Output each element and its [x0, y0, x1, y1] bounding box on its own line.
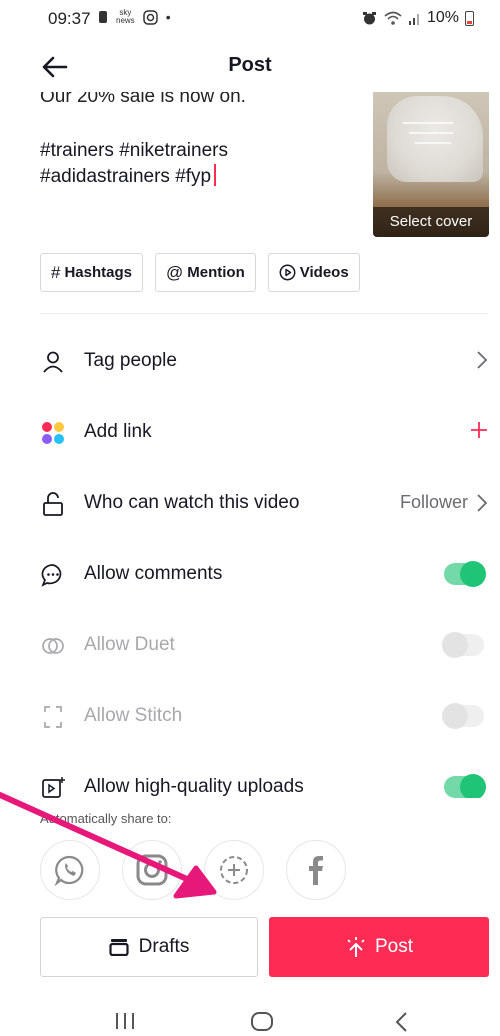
page-title: Post — [228, 54, 272, 76]
caption-area: Our 20% sale is now on. #trainers #niket… — [0, 92, 500, 242]
caption-input[interactable]: #trainers #niketrainers #adidastrainers … — [40, 138, 340, 190]
shoe-lace — [403, 122, 453, 124]
battery-text: 10% — [426, 9, 459, 26]
auto-share-label: Automatically share to: — [40, 811, 172, 826]
link-dots-icon — [42, 422, 64, 444]
wifi-icon — [384, 11, 402, 25]
videos-chip[interactable]: Videos — [267, 253, 360, 292]
status-time: 09:37 — [48, 9, 91, 28]
who-can-watch-row[interactable]: Who can watch this video Follower — [0, 478, 500, 528]
post-button[interactable]: Post — [269, 917, 489, 977]
allow-duet-label: Allow Duet — [84, 634, 175, 655]
allow-comments-toggle[interactable] — [444, 561, 486, 587]
allow-stitch-toggle[interactable] — [442, 703, 484, 729]
status-right: 10% — [362, 9, 474, 27]
chip-label: Mention — [187, 264, 245, 281]
signal-icon — [408, 14, 419, 25]
toggle-knob — [442, 632, 468, 658]
allow-comments-row: Allow comments — [0, 549, 500, 599]
notification-icon — [99, 11, 107, 23]
shoe-image — [387, 96, 483, 182]
sky-news-icon: sky news — [116, 8, 135, 25]
caption-partial-line: Our 20% sale is now on. — [40, 92, 246, 107]
person-icon — [43, 351, 63, 373]
row-right: Follower — [400, 492, 488, 513]
chip-label: Videos — [299, 264, 349, 281]
cover-thumbnail[interactable]: Select cover — [373, 92, 489, 237]
plus-icon — [471, 422, 487, 438]
allow-hq-uploads-toggle[interactable] — [444, 774, 486, 798]
notification-icons: sky news • — [98, 9, 171, 25]
system-nav-bar — [0, 1000, 500, 1036]
caption-chips: # Hashtags @ Mention Videos — [40, 253, 360, 292]
shoe-lace — [415, 142, 451, 144]
header: Post — [0, 40, 500, 92]
hq-uploads-clip: Allow high-quality uploads — [0, 770, 500, 798]
battery-icon — [465, 10, 474, 26]
drafts-icon — [109, 939, 129, 956]
share-targets — [40, 840, 346, 900]
drafts-label: Drafts — [138, 936, 190, 957]
caption-line-2: #adidastrainers #fyp — [40, 166, 212, 187]
play-circle-icon — [279, 264, 296, 281]
hashtags-chip[interactable]: # Hashtags — [40, 253, 143, 292]
recent-apps-icon[interactable] — [114, 1012, 136, 1030]
who-can-watch-label: Who can watch this video — [84, 492, 300, 513]
chevron-right-icon — [477, 493, 488, 512]
add-link-row[interactable]: Add link — [0, 407, 500, 457]
row-right — [476, 350, 488, 370]
allow-hq-uploads-row: Allow high-quality uploads — [0, 770, 500, 798]
toggle-knob — [460, 561, 486, 587]
row-right — [470, 421, 488, 439]
allow-stitch-label: Allow Stitch — [84, 705, 183, 726]
share-instagram-button[interactable] — [122, 840, 182, 900]
at-icon: @ — [166, 262, 184, 282]
toggle-knob — [442, 703, 468, 729]
add-story-icon — [220, 856, 248, 884]
privacy-value: Follower — [399, 492, 468, 512]
facebook-icon — [309, 856, 323, 885]
drafts-button[interactable]: Drafts — [40, 917, 258, 977]
post-sparkle-icon — [347, 937, 365, 957]
nav-back-icon[interactable] — [394, 1012, 408, 1032]
chip-label: Hashtags — [64, 264, 132, 281]
hashtag-icon: # — [51, 262, 61, 282]
toggle-knob — [460, 774, 486, 798]
duet-icon — [42, 638, 64, 654]
tag-people-row[interactable]: Tag people — [0, 336, 500, 386]
tag-people-label: Tag people — [84, 350, 177, 371]
alarm-icon — [362, 11, 376, 24]
allow-hq-uploads-label: Allow high-quality uploads — [84, 776, 304, 797]
shoe-lace — [409, 132, 453, 134]
hq-upload-icon — [42, 777, 65, 798]
status-bar: 09:37 sky news • 10% — [0, 0, 500, 40]
allow-duet-toggle[interactable] — [442, 632, 484, 658]
share-facebook-button[interactable] — [286, 840, 346, 900]
instagram-icon — [136, 854, 168, 886]
instagram-small-icon — [142, 9, 158, 25]
chevron-right-icon — [477, 351, 488, 369]
whatsapp-icon — [54, 855, 84, 887]
mention-chip[interactable]: @ Mention — [155, 253, 256, 292]
text-caret — [214, 164, 217, 186]
divider — [40, 313, 488, 314]
share-whatsapp-button[interactable] — [40, 840, 100, 900]
select-cover-label: Select cover — [373, 207, 489, 237]
allow-comments-label: Allow comments — [84, 563, 223, 584]
dot-icon: • — [165, 9, 171, 25]
unlock-icon — [43, 492, 63, 516]
share-story-button[interactable] — [204, 840, 264, 900]
add-link-label: Add link — [84, 421, 152, 442]
home-icon[interactable] — [250, 1012, 274, 1032]
caption-line-1: #trainers #niketrainers — [40, 140, 228, 161]
allow-duet-row: Allow Duet — [0, 620, 500, 670]
comment-icon — [41, 564, 62, 587]
stitch-icon — [44, 706, 62, 728]
allow-stitch-row: Allow Stitch — [0, 691, 500, 741]
post-label: Post — [374, 936, 414, 957]
